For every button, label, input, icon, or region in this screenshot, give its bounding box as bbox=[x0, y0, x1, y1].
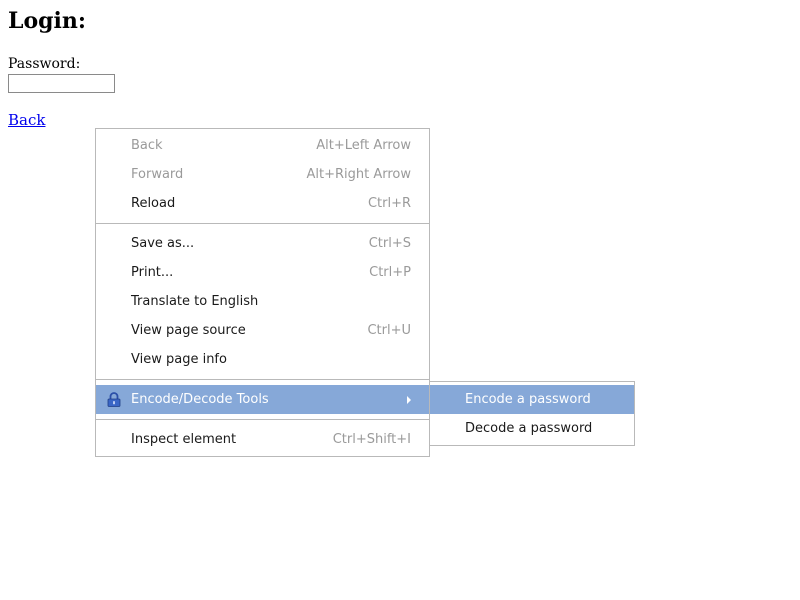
menu-item-back[interactable]: Back Alt+Left Arrow bbox=[96, 131, 429, 160]
submenu-item-label: Decode a password bbox=[465, 421, 593, 436]
page-title: Login: bbox=[8, 8, 86, 34]
menu-item-shortcut: Ctrl+Shift+I bbox=[332, 432, 411, 447]
menu-item-label: Reload bbox=[131, 196, 176, 211]
submenu-item-label: Encode a password bbox=[465, 392, 591, 407]
submenu-item-decode-password[interactable]: Decode a password bbox=[430, 414, 634, 443]
menu-item-encode-decode-tools[interactable]: Encode/Decode Tools bbox=[96, 385, 429, 414]
login-page: Login: Password: Back Back Alt+Left Arro… bbox=[0, 0, 800, 600]
password-input[interactable] bbox=[8, 74, 115, 93]
menu-item-shortcut: Ctrl+R bbox=[367, 196, 411, 211]
menu-item-label: Translate to English bbox=[131, 294, 259, 309]
menu-separator bbox=[96, 223, 429, 224]
back-link[interactable]: Back bbox=[8, 111, 45, 129]
menu-separator bbox=[96, 419, 429, 420]
menu-item-save-as[interactable]: Save as... Ctrl+S bbox=[96, 229, 429, 258]
menu-item-shortcut: Ctrl+U bbox=[367, 323, 411, 338]
menu-item-page-info[interactable]: View page info bbox=[96, 345, 429, 374]
menu-item-label: Print... bbox=[131, 265, 174, 280]
menu-item-view-source[interactable]: View page source Ctrl+U bbox=[96, 316, 429, 345]
menu-item-label: View page source bbox=[131, 323, 246, 338]
menu-item-label: View page info bbox=[131, 352, 227, 367]
encode-decode-submenu: Encode a password Decode a password bbox=[429, 381, 635, 446]
menu-item-translate[interactable]: Translate to English bbox=[96, 287, 429, 316]
submenu-arrow-icon bbox=[407, 396, 411, 404]
menu-item-label: Back bbox=[131, 138, 163, 153]
menu-item-label: Inspect element bbox=[131, 432, 237, 447]
menu-item-forward[interactable]: Forward Alt+Right Arrow bbox=[96, 160, 429, 189]
menu-item-reload[interactable]: Reload Ctrl+R bbox=[96, 189, 429, 218]
menu-item-inspect-element[interactable]: Inspect element Ctrl+Shift+I bbox=[96, 425, 429, 454]
password-label: Password: bbox=[8, 56, 81, 72]
lock-icon bbox=[107, 392, 121, 407]
menu-item-label: Save as... bbox=[131, 236, 195, 251]
menu-item-label: Forward bbox=[131, 167, 184, 182]
menu-item-shortcut: Ctrl+P bbox=[369, 265, 411, 280]
menu-item-print[interactable]: Print... Ctrl+P bbox=[96, 258, 429, 287]
menu-item-label: Encode/Decode Tools bbox=[131, 392, 269, 407]
menu-item-shortcut: Alt+Right Arrow bbox=[306, 167, 411, 182]
menu-item-shortcut: Ctrl+S bbox=[368, 236, 411, 251]
menu-item-shortcut: Alt+Left Arrow bbox=[316, 138, 411, 153]
submenu-item-encode-password[interactable]: Encode a password bbox=[430, 385, 634, 414]
context-menu: Back Alt+Left Arrow Forward Alt+Right Ar… bbox=[95, 128, 430, 457]
menu-separator bbox=[96, 379, 429, 380]
